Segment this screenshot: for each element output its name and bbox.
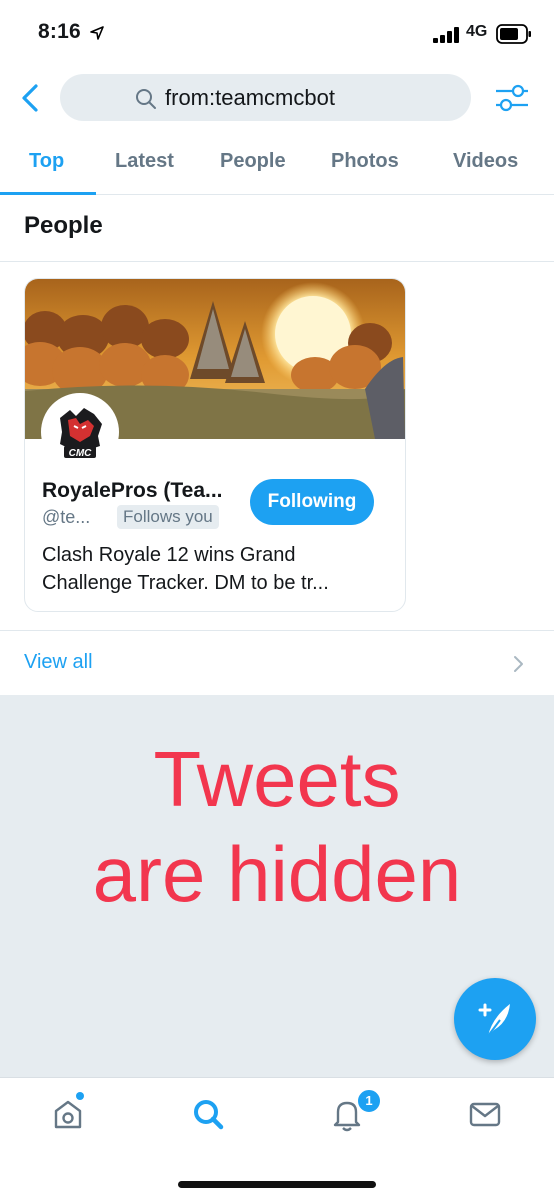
view-all-row[interactable]: View all <box>0 630 554 696</box>
tab-top[interactable]: Top <box>29 150 64 173</box>
mail-icon[interactable] <box>465 1094 505 1134</box>
filter-icon[interactable] <box>494 82 530 114</box>
search-tabs: Top Latest People Photos Videos <box>0 136 554 195</box>
user-bio: Clash Royale 12 wins Grand Challenge Tra… <box>42 544 329 594</box>
avatar[interactable]: CMC <box>41 393 119 471</box>
overlay-text-line-2: are hidden <box>92 830 462 918</box>
compose-button[interactable] <box>454 978 536 1060</box>
network-type: 4G <box>466 23 488 40</box>
search-tab-icon[interactable] <box>188 1094 228 1134</box>
view-all-link[interactable]: View all <box>24 651 93 674</box>
back-icon[interactable] <box>16 82 44 114</box>
user-name[interactable]: RoyalePros (Tea... <box>42 479 242 503</box>
home-indicator <box>178 1181 376 1188</box>
home-unread-dot <box>76 1092 84 1100</box>
search-input[interactable]: from:teamcmcbot <box>60 74 471 121</box>
status-time: 8:16 <box>38 20 81 43</box>
follows-you-badge: Follows you <box>117 505 219 529</box>
people-section-header: People <box>0 195 554 262</box>
tab-photos[interactable]: Photos <box>331 150 399 173</box>
tab-latest[interactable]: Latest <box>115 150 174 173</box>
following-button[interactable]: Following <box>250 479 374 525</box>
status-bar: 8:16 4G <box>0 0 554 66</box>
search-query: from:teamcmcbot <box>165 85 335 110</box>
battery-icon <box>496 24 531 44</box>
chevron-right-icon <box>514 656 523 672</box>
tab-videos[interactable]: Videos <box>453 150 518 173</box>
compose-icon <box>478 1003 510 1037</box>
notification-badge: 1 <box>356 1088 382 1114</box>
svg-text:CMC: CMC <box>69 448 93 459</box>
signal-icon <box>433 27 459 43</box>
search-icon <box>136 89 156 109</box>
user-handle: @te... <box>42 507 91 527</box>
overlay-text-line-1: Tweets <box>153 735 401 823</box>
home-icon[interactable] <box>48 1094 88 1134</box>
people-title: People <box>24 212 103 239</box>
search-header: from:teamcmcbot <box>0 70 554 126</box>
location-arrow-icon <box>90 26 104 40</box>
user-card[interactable]: CMC RoyalePros (Tea... @te... Follows yo… <box>24 278 406 612</box>
tab-people[interactable]: People <box>220 150 286 173</box>
